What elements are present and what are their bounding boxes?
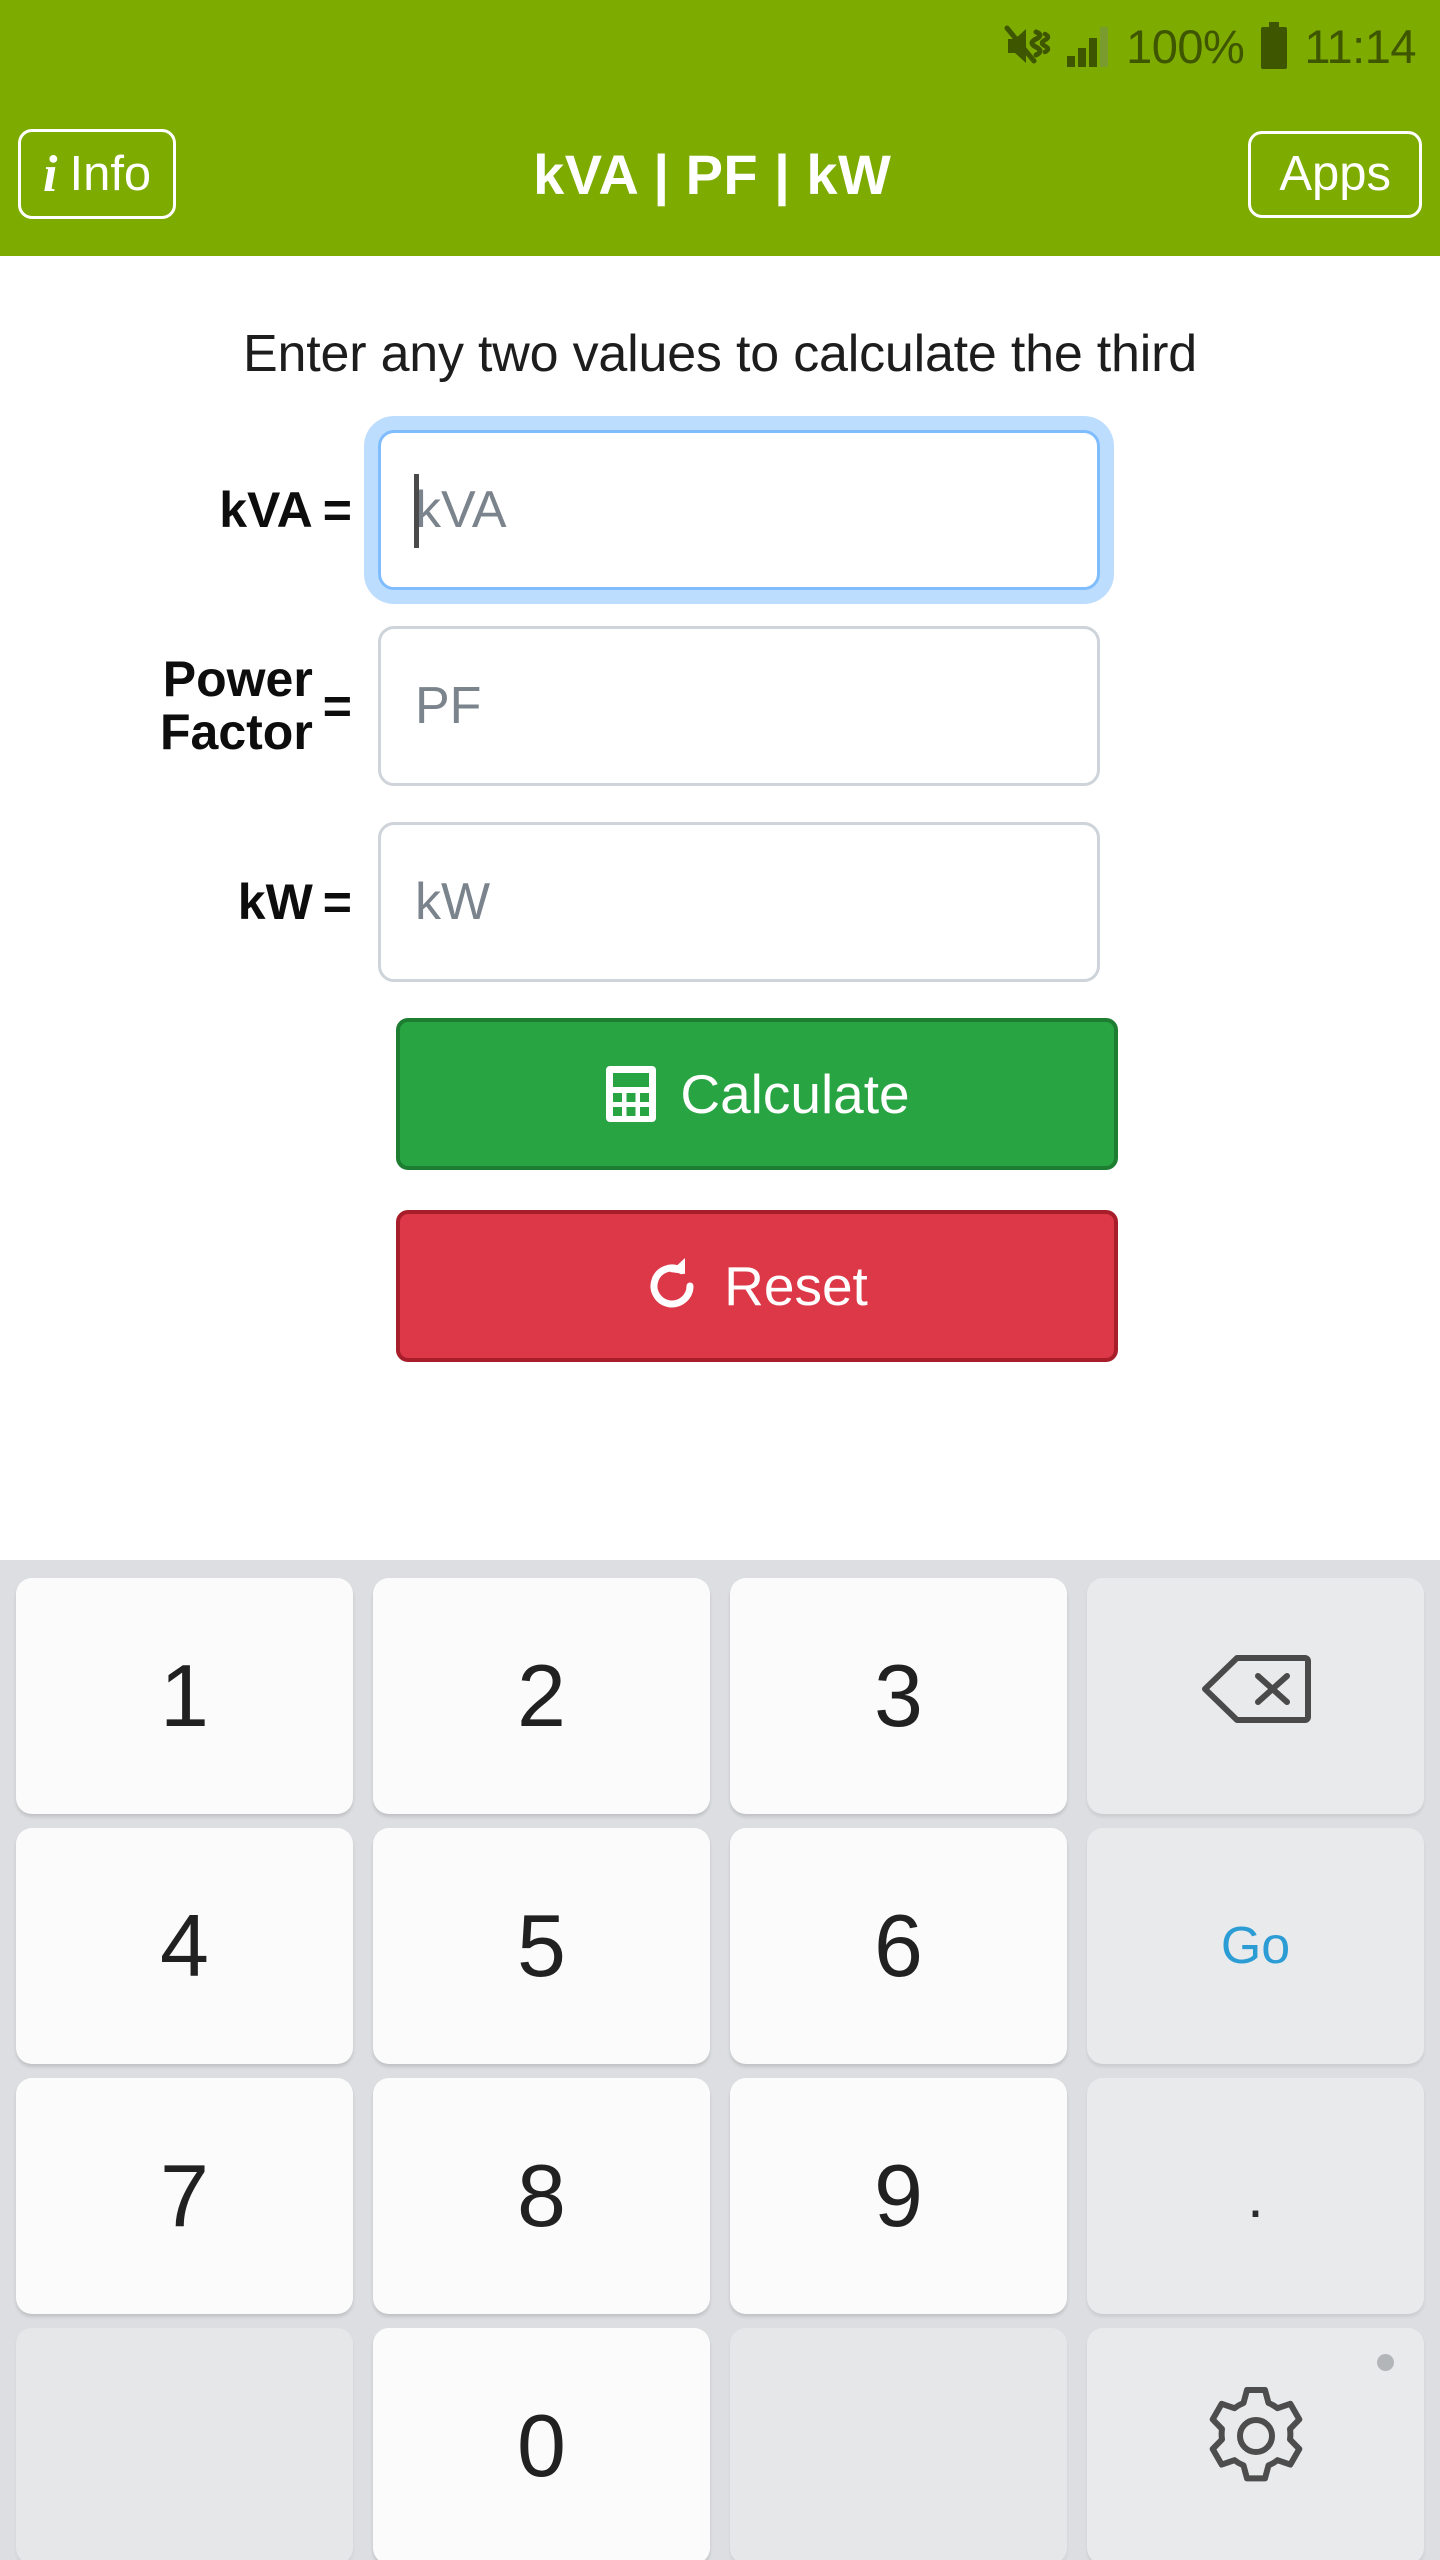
kw-label-text: kW [237, 873, 313, 930]
calculate-button[interactable]: Calculate [396, 1018, 1118, 1170]
backspace-icon [1201, 1645, 1311, 1747]
key-0[interactable]: 0 [373, 2328, 710, 2560]
main-content: Enter any two values to calculate the th… [0, 256, 1440, 1560]
kw-input[interactable] [378, 822, 1100, 982]
keyboard-row-4: 0 [16, 2328, 1424, 2560]
key-5-label: 5 [517, 1896, 566, 1995]
key-5[interactable]: 5 [373, 1828, 710, 2064]
key-4[interactable]: 4 [16, 1828, 353, 2064]
key-7[interactable]: 7 [16, 2078, 353, 2314]
key-blank-right[interactable] [730, 2328, 1067, 2560]
keyboard-row-2: 4 5 6 Go [16, 1828, 1424, 2064]
info-button-label: Info [69, 146, 152, 201]
power-factor-label-line2: Factor [159, 704, 313, 760]
kva-input[interactable] [378, 430, 1100, 590]
key-go-label: Go [1220, 1917, 1291, 1975]
kw-label: kW = [0, 873, 378, 930]
power-factor-field-wrap [378, 626, 1100, 786]
kva-equals-sign: = [322, 481, 352, 538]
key-2-label: 2 [517, 1646, 566, 1745]
key-4-label: 4 [160, 1896, 209, 1995]
kva-field-wrap [378, 430, 1100, 590]
power-factor-equals-sign: = [322, 677, 352, 734]
key-period[interactable]: . [1087, 2078, 1424, 2314]
key-1[interactable]: 1 [16, 1578, 353, 1814]
key-3[interactable]: 3 [730, 1578, 1067, 1814]
key-1-label: 1 [160, 1646, 209, 1745]
app-root: 100% 11:14 i Info kVA | PF | kW Apps Ent… [0, 0, 1440, 2560]
power-factor-input[interactable] [378, 626, 1100, 786]
page-title: kVA | PF | kW [533, 142, 892, 206]
gear-icon [1202, 2382, 1310, 2511]
calculate-button-label: Calculate [680, 1063, 910, 1125]
power-factor-label-line1: Power [162, 651, 313, 707]
apps-button-label: Apps [1279, 146, 1391, 201]
key-2[interactable]: 2 [373, 1578, 710, 1814]
keyboard-row-3: 7 8 9 . [16, 2078, 1424, 2314]
key-blank-left[interactable] [16, 2328, 353, 2560]
key-6[interactable]: 6 [730, 1828, 1067, 2064]
info-italic-icon: i [43, 146, 58, 203]
status-bar: 100% 11:14 [0, 0, 1440, 92]
key-3-label: 3 [874, 1646, 923, 1745]
power-factor-label: Power Factor = [0, 653, 378, 759]
reset-button-label: Reset [724, 1255, 868, 1317]
calculator-icon [604, 1064, 658, 1124]
field-row-kw: kW = [0, 822, 1440, 982]
field-row-power-factor: Power Factor = [0, 626, 1440, 786]
calculator-form: kVA = Power Factor = [0, 430, 1440, 982]
key-7-label: 7 [160, 2146, 209, 2245]
info-button[interactable]: i Info [18, 129, 177, 219]
mute-vibrate-icon [1004, 23, 1052, 69]
status-clock: 11:14 [1304, 19, 1416, 73]
keyboard-row-1: 1 2 3 [16, 1578, 1424, 1814]
key-6-label: 6 [874, 1896, 923, 1995]
kva-label-text: kVA [219, 481, 313, 538]
key-0-label: 0 [517, 2396, 566, 2495]
key-go[interactable]: Go [1087, 1828, 1424, 2064]
key-settings[interactable] [1087, 2328, 1424, 2560]
reset-button[interactable]: Reset [396, 1210, 1118, 1362]
key-9-label: 9 [874, 2146, 923, 2245]
key-8-label: 8 [517, 2146, 566, 2245]
key-backspace[interactable] [1087, 1578, 1424, 1814]
settings-badge-dot [1377, 2354, 1394, 2371]
refresh-circular-arrow-icon [646, 1256, 702, 1316]
apps-button[interactable]: Apps [1248, 130, 1422, 218]
instruction-text: Enter any two values to calculate the th… [243, 325, 1197, 383]
key-8[interactable]: 8 [373, 2078, 710, 2314]
numeric-keyboard: 1 2 3 4 5 6 Go 7 8 9 . 0 [0, 1560, 1440, 2560]
text-caret [414, 474, 419, 548]
signal-bars-icon [1066, 24, 1112, 68]
key-9[interactable]: 9 [730, 2078, 1067, 2314]
kw-equals-sign: = [322, 873, 352, 930]
kw-field-wrap [378, 822, 1100, 982]
app-header: i Info kVA | PF | kW Apps [0, 92, 1440, 256]
kva-label: kVA = [0, 481, 378, 538]
action-buttons: Calculate Reset [0, 1018, 1440, 1362]
key-period-label: . [1247, 2162, 1264, 2230]
battery-percent-label: 100% [1126, 19, 1245, 73]
battery-full-icon [1258, 22, 1290, 70]
field-row-kva: kVA = [0, 430, 1440, 590]
